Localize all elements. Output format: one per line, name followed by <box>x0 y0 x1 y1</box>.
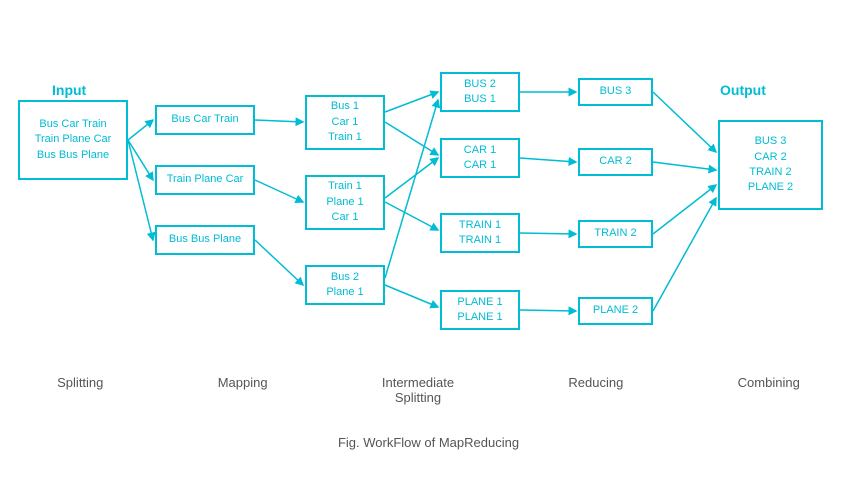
split-box-1: Bus Car Train <box>155 105 255 135</box>
mapping-label: Mapping <box>218 375 268 405</box>
split-box-3: Bus Bus Plane <box>155 225 255 255</box>
reduce-box-3: TRAIN 2 <box>578 220 653 248</box>
splitting-label: Splitting <box>57 375 103 405</box>
inter-box-1: BUS 2 BUS 1 <box>440 72 520 112</box>
diagram-container: Input Output Bus Car Train Train Plane C… <box>0 0 857 460</box>
input-label: Input <box>52 82 86 98</box>
map-box-3: Bus 2 Plane 1 <box>305 265 385 305</box>
inter-box-2: CAR 1 CAR 1 <box>440 138 520 178</box>
inter-box-3: TRAIN 1 TRAIN 1 <box>440 213 520 253</box>
reduce-box-1: BUS 3 <box>578 78 653 106</box>
inter-box-4: PLANE 1 PLANE 1 <box>440 290 520 330</box>
map-box-1: Bus 1 Car 1 Train 1 <box>305 95 385 150</box>
reducing-label: Reducing <box>568 375 623 405</box>
output-box: BUS 3 CAR 2 TRAIN 2 PLANE 2 <box>718 120 823 210</box>
input-box: Bus Car Train Train Plane Car Bus Bus Pl… <box>18 100 128 180</box>
reduce-box-4: PLANE 2 <box>578 297 653 325</box>
combining-label: Combining <box>738 375 800 405</box>
reduce-box-2: CAR 2 <box>578 148 653 176</box>
output-label: Output <box>720 82 766 98</box>
figure-caption: Fig. WorkFlow of MapReducing <box>0 435 857 450</box>
split-box-2: Train Plane Car <box>155 165 255 195</box>
intermediate-splitting-label: IntermediateSplitting <box>382 375 454 405</box>
map-box-2: Train 1 Plane 1 Car 1 <box>305 175 385 230</box>
